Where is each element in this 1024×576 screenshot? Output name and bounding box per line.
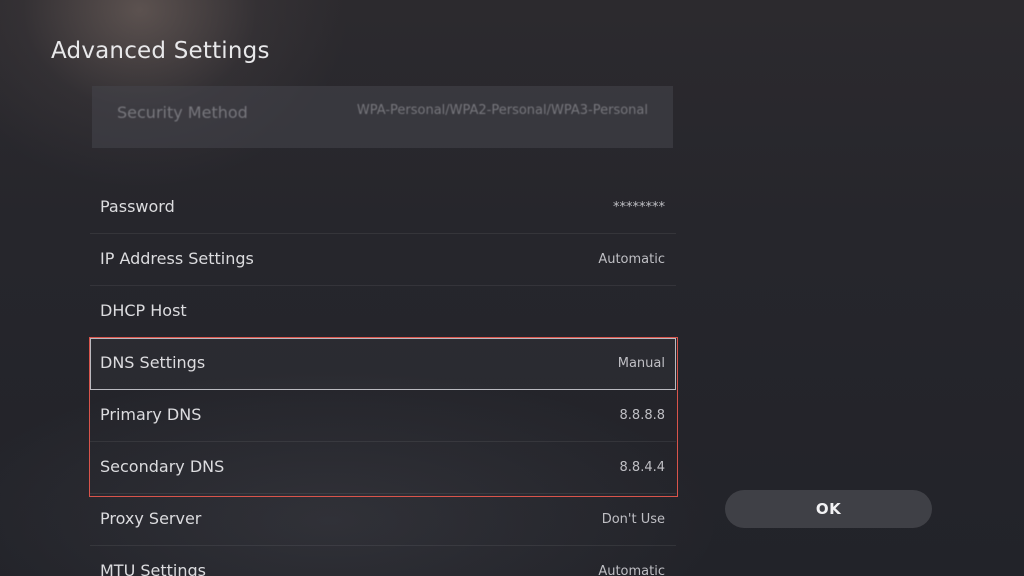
settings-row-label: Password <box>100 197 175 216</box>
settings-row-value: ******** <box>613 200 665 215</box>
settings-list: Password ******** IP Address Settings Au… <box>90 182 676 576</box>
settings-row-dns-settings[interactable]: DNS Settings Manual <box>90 338 676 390</box>
page-title: Advanced Settings <box>51 38 270 64</box>
advanced-settings-screen: Advanced Settings Security Method WPA-Pe… <box>0 0 1024 576</box>
settings-row-value: 8.8.8.8 <box>619 408 665 423</box>
settings-row-value: WPA-Personal/WPA2-Personal/WPA3-Personal <box>356 103 648 118</box>
settings-row-label: Secondary DNS <box>100 457 225 476</box>
settings-row-ip-address[interactable]: IP Address Settings Automatic <box>90 234 676 286</box>
settings-row-label: Security Method <box>117 103 248 122</box>
settings-row-dhcp-host[interactable]: DHCP Host <box>90 286 676 338</box>
settings-row-security-method[interactable]: Security Method WPA-Personal/WPA2-Person… <box>92 86 673 148</box>
settings-row-value: 8.8.4.4 <box>619 460 665 475</box>
settings-row-label: DHCP Host <box>100 301 187 320</box>
settings-row-label: MTU Settings <box>100 561 206 576</box>
settings-row-secondary-dns[interactable]: Secondary DNS 8.8.4.4 <box>90 442 676 494</box>
settings-row-proxy-server[interactable]: Proxy Server Don't Use <box>90 494 676 546</box>
settings-row-value: Automatic <box>598 564 665 576</box>
settings-row-label: Primary DNS <box>100 405 202 424</box>
settings-row-value: Manual <box>617 356 665 371</box>
ok-button[interactable]: OK <box>725 490 932 528</box>
settings-row-label: DNS Settings <box>100 353 206 372</box>
settings-row-password[interactable]: Password ******** <box>90 182 676 234</box>
settings-row-mtu-settings[interactable]: MTU Settings Automatic <box>90 546 676 576</box>
settings-row-value: Don't Use <box>601 512 665 527</box>
settings-row-value: Automatic <box>598 252 665 267</box>
settings-row-label: IP Address Settings <box>100 249 254 268</box>
settings-row-label: Proxy Server <box>100 509 202 528</box>
settings-row-primary-dns[interactable]: Primary DNS 8.8.8.8 <box>90 390 676 442</box>
